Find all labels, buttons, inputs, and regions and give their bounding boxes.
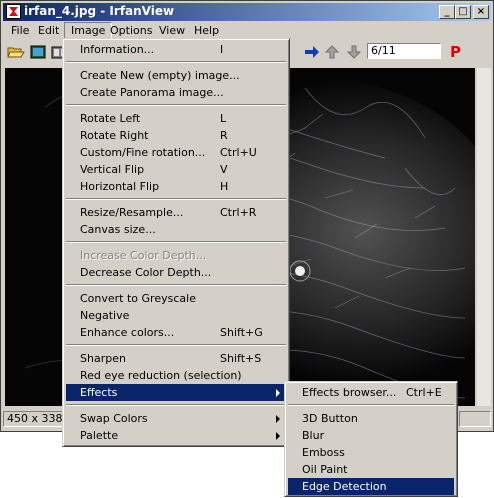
menu-separator — [66, 404, 286, 406]
up-arrow-icon[interactable] — [323, 44, 341, 60]
menu-item-label: Increase Color Depth... — [80, 249, 207, 262]
minimize-button[interactable]: _ — [439, 5, 455, 19]
menu-item-label: Rotate Right — [80, 129, 149, 142]
menu-item-label: Create New (empty) image... — [80, 69, 240, 82]
image-menu-item-canvas-size[interactable]: Canvas size... — [66, 221, 286, 238]
menu-item-label: Effects browser... — [302, 386, 397, 399]
menu-item-label: Edge Detection — [302, 480, 387, 493]
slideshow-icon[interactable] — [29, 44, 47, 60]
menu-item-shortcut: V — [220, 163, 228, 176]
effects-menu-item-edge-detection[interactable]: Edge Detection — [288, 478, 454, 495]
menu-item-shortcut: Shift+S — [220, 352, 262, 365]
menu-item-label: Enhance colors... — [80, 326, 175, 339]
image-menu-item-resize-resample[interactable]: Resize/Resample... Ctrl+R — [66, 204, 286, 221]
image-menu-item-create-new-empty-image[interactable]: Create New (empty) image... — [66, 67, 286, 84]
image-menu-item-rotate-right[interactable]: Rotate Right R — [66, 127, 286, 144]
image-menu-item-increase-color-depth: Increase Color Depth... — [66, 247, 286, 264]
menu-item-shortcut: Ctrl+R — [220, 206, 257, 219]
image-menu-item-palette[interactable]: Palette — [66, 427, 286, 444]
menu-item-label: Create Panorama image... — [80, 86, 224, 99]
submenu-arrow-icon — [276, 432, 280, 440]
image-menu-item-rotate-left[interactable]: Rotate Left L — [66, 110, 286, 127]
menu-separator — [66, 344, 286, 346]
maximize-button[interactable]: □ — [455, 5, 471, 19]
effects-submenu: Effects browser... Ctrl+E 3D Button Blur Emb… — [284, 381, 458, 497]
image-menu-item-custom-fine-rotation[interactable]: Custom/Fine rotation... Ctrl+U — [66, 144, 286, 161]
menu-item-label: Rotate Left — [80, 112, 141, 125]
page-counter-field[interactable]: 6/11 — [367, 43, 441, 59]
menu-item-label: Horizontal Flip — [80, 180, 160, 193]
menu-item-shortcut: Ctrl+U — [220, 146, 257, 159]
next-arrow-icon[interactable] — [303, 44, 321, 60]
menu-separator — [66, 61, 286, 63]
effects-menu-item-emboss[interactable]: Emboss — [288, 444, 454, 461]
menu-item-shortcut: L — [220, 112, 227, 125]
image-menu-item-vertical-flip[interactable]: Vertical Flip V — [66, 161, 286, 178]
menu-item-label: Red eye reduction (selection) — [80, 369, 242, 382]
menu-item-label: Sharpen — [80, 352, 126, 365]
menu-item-label: Vertical Flip — [80, 163, 145, 176]
close-button[interactable]: × — [473, 5, 489, 19]
image-menu-item-decrease-color-depth[interactable]: Decrease Color Depth... — [66, 264, 286, 281]
image-menu-item-negative[interactable]: Negative — [66, 307, 286, 324]
image-menu-item-enhance-colors[interactable]: Enhance colors... Shift+G — [66, 324, 286, 341]
menu-item-shortcut: H — [220, 180, 229, 193]
menu-item-shortcut: I — [220, 43, 224, 56]
effects-menu-item-effects-browser[interactable]: Effects browser... Ctrl+E — [288, 384, 454, 401]
menu-item-label: Convert to Greyscale — [80, 292, 196, 305]
menu-file[interactable]: File — [5, 22, 35, 40]
image-menu-item-red-eye-reduction-selection[interactable]: Red eye reduction (selection) — [66, 367, 286, 384]
menu-edit[interactable]: Edit — [32, 22, 65, 40]
image-menu-item-convert-to-greyscale[interactable]: Convert to Greyscale — [66, 290, 286, 307]
irfanview-app-icon[interactable] — [6, 4, 21, 19]
menu-item-shortcut: R — [220, 129, 228, 142]
status-dimensions: 450 x 338 x — [3, 411, 63, 427]
submenu-arrow-icon — [276, 389, 280, 397]
menu-separator — [66, 198, 286, 200]
menu-separator — [66, 241, 286, 243]
p-logo-icon[interactable]: P — [450, 43, 461, 61]
image-menu-item-horizontal-flip[interactable]: Horizontal Flip H — [66, 178, 286, 195]
menu-item-label: 3D Button — [302, 412, 358, 425]
effects-menu-item-oil-paint[interactable]: Oil Paint — [288, 461, 454, 478]
menu-item-label: Emboss — [302, 446, 345, 459]
status-empty-cell — [459, 411, 491, 427]
menu-item-label: Decrease Color Depth... — [80, 266, 212, 279]
menu-separator — [66, 104, 286, 106]
image-menu-item-create-panorama-image[interactable]: Create Panorama image... — [66, 84, 286, 101]
menu-separator — [288, 404, 454, 406]
menu-item-label: Effects — [80, 386, 118, 399]
menu-item-label: Negative — [80, 309, 130, 322]
vertical-scrollbar[interactable] — [477, 68, 491, 406]
menu-item-label: Palette — [80, 429, 119, 442]
menu-separator — [66, 284, 286, 286]
effects-menu-item-blur[interactable]: Blur — [288, 427, 454, 444]
menu-item-label: Custom/Fine rotation... — [80, 146, 206, 159]
menu-item-label: Information... — [80, 43, 155, 56]
submenu-arrow-icon — [276, 415, 280, 423]
menu-item-label: Swap Colors — [80, 412, 148, 425]
window-title: irfan_4.jpg - IrfanView — [24, 4, 175, 18]
image-menu-item-effects[interactable]: Effects — [66, 384, 286, 401]
image-menu-dropdown: Information... I Create New (empty) image.… — [62, 38, 290, 447]
menu-item-shortcut: Ctrl+E — [406, 386, 442, 399]
effects-menu-item-3d-button[interactable]: 3D Button — [288, 410, 454, 427]
down-arrow-icon[interactable] — [345, 44, 363, 60]
menu-item-label: Resize/Resample... — [80, 206, 184, 219]
image-menu-item-information[interactable]: Information... I — [66, 41, 286, 58]
image-menu-item-sharpen[interactable]: Sharpen Shift+S — [66, 350, 286, 367]
open-folder-icon[interactable] — [7, 44, 25, 60]
image-menu-item-swap-colors[interactable]: Swap Colors — [66, 410, 286, 427]
menu-item-label: Oil Paint — [302, 463, 348, 476]
menu-item-label: Blur — [302, 429, 325, 442]
title-bar[interactable]: irfan_4.jpg - IrfanView _ □ × — [3, 3, 491, 21]
menu-item-shortcut: Shift+G — [220, 326, 263, 339]
menu-item-label: Canvas size... — [80, 223, 156, 236]
